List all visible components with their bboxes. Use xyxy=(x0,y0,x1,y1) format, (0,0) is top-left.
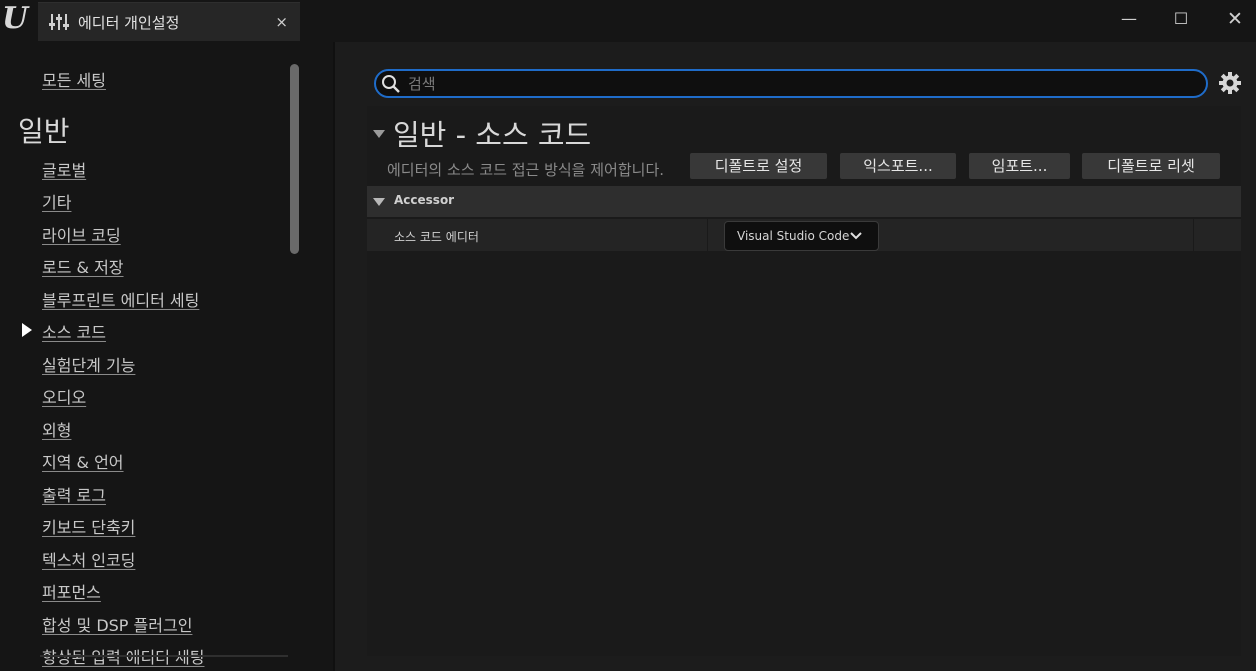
sidebar-item-keyboard-shortcuts[interactable]: 키보드 단축키 xyxy=(42,514,135,538)
category-label: Accessor xyxy=(394,193,455,207)
sidebar-item-texture-encoding[interactable]: 텍스처 인코딩 xyxy=(42,547,135,571)
category-header-accessor[interactable]: Accessor xyxy=(367,186,1241,217)
sidebar-item-appearance[interactable]: 외형 xyxy=(42,417,71,441)
sidebar-item-performance[interactable]: 퍼포먼스 xyxy=(42,579,101,603)
column-splitter-right xyxy=(1193,219,1194,251)
settings-content: 일반 - 소스 코드 에디터의 소스 코드 접근 방식을 제어합니다. 디폴트로… xyxy=(367,106,1241,656)
sidebar-fade-line xyxy=(40,655,288,657)
details-panel: 일반 - 소스 코드 에디터의 소스 코드 접근 방식을 제어합니다. 디폴트로… xyxy=(335,42,1256,671)
sidebar-item-blueprint-editor[interactable]: 블루프린트 에디터 세팅 xyxy=(42,287,199,311)
minimize-button[interactable]: — xyxy=(1114,6,1144,32)
close-window-button[interactable]: ✕ xyxy=(1220,6,1250,32)
sidebar-item-misc[interactable]: 기타 xyxy=(42,189,71,213)
property-row: 소스 코드 에디터 Visual Studio Code xyxy=(367,219,1241,251)
tab-close-icon[interactable]: × xyxy=(275,13,288,31)
reset-to-default-button[interactable]: 디폴트로 리셋 xyxy=(1081,152,1221,180)
title-bar: U 에디터 개인설정 × — ☐ ✕ xyxy=(0,0,1256,42)
maximize-button[interactable]: ☐ xyxy=(1166,6,1196,32)
property-name: 소스 코드 에디터 xyxy=(394,230,479,244)
tab-title: 에디터 개인설정 xyxy=(78,14,180,32)
sidebar-item-audio[interactable]: 오디오 xyxy=(42,384,86,408)
column-splitter[interactable] xyxy=(707,219,708,251)
active-item-arrow-icon xyxy=(22,323,32,337)
tab-editor-preferences[interactable]: 에디터 개인설정 × xyxy=(38,2,300,41)
sidebar-item-experimental[interactable]: 실험단계 기능 xyxy=(42,352,135,376)
sidebar-scrollbar[interactable] xyxy=(290,64,299,254)
category-collapse-icon xyxy=(373,198,385,206)
sidebar-item-global[interactable]: 글로벌 xyxy=(42,157,86,181)
gear-icon[interactable] xyxy=(1218,71,1242,95)
section-description: 에디터의 소스 코드 접근 방식을 제어합니다. xyxy=(387,161,665,179)
sidebar-item-synthesis-dsp[interactable]: 합성 및 DSP 플러그인 xyxy=(42,612,192,636)
settings-sliders-icon xyxy=(49,14,69,30)
sidebar-item-region-language[interactable]: 지역 & 언어 xyxy=(42,449,124,473)
unreal-logo-icon: U xyxy=(2,1,29,36)
search-input[interactable] xyxy=(408,73,1188,94)
import-button[interactable]: 임포트... xyxy=(968,152,1071,180)
export-button[interactable]: 익스포트... xyxy=(839,152,957,180)
dropdown-selected-value: Visual Studio Code xyxy=(737,229,850,243)
sidebar-section-title: 일반 xyxy=(18,115,70,148)
set-as-default-button[interactable]: 디폴트로 설정 xyxy=(689,152,828,180)
sidebar-item-load-save[interactable]: 로드 & 저장 xyxy=(42,254,124,278)
sidebar-item-output-log[interactable]: 출력 로그 xyxy=(42,482,106,506)
source-code-editor-dropdown[interactable]: Visual Studio Code xyxy=(724,221,879,251)
sidebar-item-all-settings[interactable]: 모든 세팅 xyxy=(42,67,106,91)
search-box[interactable] xyxy=(374,69,1208,98)
chevron-down-icon xyxy=(850,232,862,240)
sidebar-item-source-code[interactable]: 소스 코드 xyxy=(42,319,106,343)
sidebar-item-live-coding[interactable]: 라이브 코딩 xyxy=(42,222,121,246)
section-collapse-icon[interactable] xyxy=(373,130,385,138)
section-title: 일반 - 소스 코드 xyxy=(393,118,592,152)
settings-sidebar: 모든 세팅 일반 글로벌 기타 라이브 코딩 로드 & 저장 블루프린트 에디터… xyxy=(0,42,330,671)
search-icon xyxy=(382,75,400,93)
